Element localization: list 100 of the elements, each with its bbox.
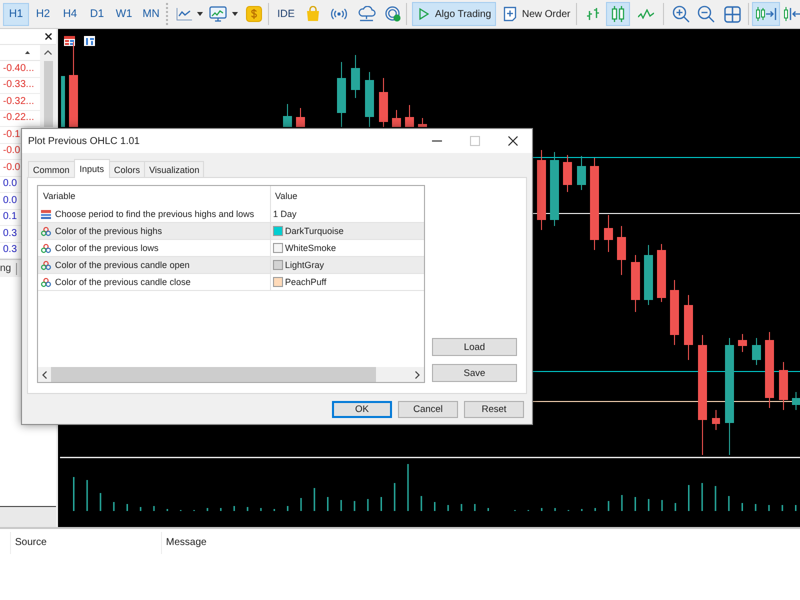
bearish-candle [617,226,626,276]
ide-button[interactable]: IDE [273,3,299,25]
caret-icon [197,12,203,16]
price-change-text: -0.1 [3,128,20,141]
play-icon [419,8,429,20]
chevron-right-icon[interactable] [415,370,420,378]
value-text: WhiteSmoke [285,242,336,254]
variable-name: Color of the previous highs [55,226,162,236]
bullish-candle [365,72,374,128]
timeframe-button[interactable]: MN [138,2,164,26]
bearish-candle [563,154,572,192]
monitor-chart-icon [208,6,226,22]
color-circles-icon [41,244,51,252]
column-header[interactable]: Message [162,532,207,554]
zoom-out-icon[interactable] [697,5,715,23]
zoom-in-icon[interactable] [672,5,690,23]
spreadsheet-icon[interactable] [64,36,75,46]
value-text: 1 Day [273,208,297,220]
value-text: LightGray [285,260,324,270]
scrollbar-thumb[interactable] [51,367,376,382]
dialog-tab[interactable]: Visualization [144,161,204,177]
bearish-candle [779,362,788,410]
algo-trading-button[interactable]: Algo Trading [412,2,496,26]
document-plus-icon [503,6,517,22]
column-header[interactable]: Variable [38,186,270,206]
timeframe-button[interactable]: W1 [111,2,137,26]
maximize-icon [470,136,480,146]
price-change-text: -0.32... [3,96,34,108]
signal-icon[interactable] [330,8,348,20]
candlestick-icon [611,6,625,22]
variable-name: Color of the previous candle close [55,276,191,288]
dialog-button[interactable]: OK [332,401,392,418]
horizontal-scrollbar[interactable] [38,367,424,382]
dialog-tab[interactable]: Inputs [74,159,110,178]
zigzag-line-icon [638,9,654,19]
bullish-candle [337,62,346,128]
cloud-icon[interactable] [357,6,376,22]
line-chart-icon [176,7,192,21]
list-icon [41,210,51,218]
bearish-candle [712,410,720,430]
price-change-text: 0.3 [3,244,17,256]
scrollbar-thumb[interactable] [44,61,52,127]
timeframe-button[interactable]: D1 [84,2,110,26]
bearish-candle [418,118,427,128]
color-circles-icon [41,260,51,270]
table-row[interactable]: Color of the previous highs DarkTurquoise [38,223,424,240]
auto-scroll-button[interactable] [752,2,780,26]
window-icon[interactable] [84,36,95,46]
price-change-text: -0.40... [3,62,34,75]
table-row[interactable]: Choose period to find the previous highs and lows 1 Day [38,206,424,223]
candles-arrow-icon [755,6,777,22]
table-row[interactable]: Color of the previous candle close PeachPuff [38,274,424,291]
bearish-candle [684,294,693,360]
price-change-text: -0.0 [3,162,20,174]
bar-chart-icon [586,7,600,21]
close-icon[interactable] [45,33,52,40]
timeframe-button[interactable]: H1 [3,2,29,26]
bearish-candle [392,110,401,128]
timeframe-button[interactable]: H4 [57,2,83,26]
bullish-candle [752,338,761,366]
price-change-text: 0.0 [3,178,17,190]
close-icon[interactable] [508,136,518,146]
dialog-title: Plot Previous OHLC 1.01 [27,136,141,146]
price-change-text: 0.0 [3,194,17,207]
price-change-text: -0.33... [3,79,34,92]
bullish-candle [283,104,292,128]
bearish-candle [296,108,305,128]
ring-icon[interactable] [385,6,401,22]
color-circles-icon [41,278,51,286]
chevron-left-icon[interactable] [42,370,47,378]
caret-icon [232,12,238,16]
chart-type-button[interactable] [606,2,630,26]
variable-name: Color of the previous candle open [55,260,190,270]
dialog-button[interactable]: Cancel [398,401,458,418]
new-order-button[interactable]: New Order [500,2,570,26]
dollar-icon[interactable] [246,6,262,22]
column-header[interactable]: Source [11,532,162,554]
minimize-icon[interactable] [432,140,442,142]
timeframe-button[interactable]: H2 [30,2,56,26]
dialog-tab[interactable]: Common [28,161,75,177]
price-change-text: 0.3 [3,228,17,240]
price-change-text: -0.22... [3,112,34,124]
dialog-button[interactable]: Load [432,338,517,356]
color-circles-icon [41,226,51,236]
bearish-candle [604,214,613,252]
sort-arrow-icon[interactable] [25,51,30,54]
variable-name: Color of the previous lows [55,242,159,254]
value-text: PeachPuff [285,276,326,288]
dialog-button[interactable]: Save [432,364,517,382]
price-change-text: -0.0 [3,145,20,158]
table-row[interactable]: Color of the previous lows WhiteSmoke [38,240,424,257]
bullish-candle [644,244,653,306]
bearish-candle [738,334,747,352]
chevron-up-icon[interactable] [44,50,52,55]
bullish-candle [351,54,360,98]
table-row[interactable]: Color of the previous candle open LightGray [38,257,424,274]
bullish-candle [577,156,586,190]
grid-icon[interactable] [724,6,741,22]
bullish-candle [61,76,65,128]
dialog-button[interactable]: Reset [464,401,524,418]
